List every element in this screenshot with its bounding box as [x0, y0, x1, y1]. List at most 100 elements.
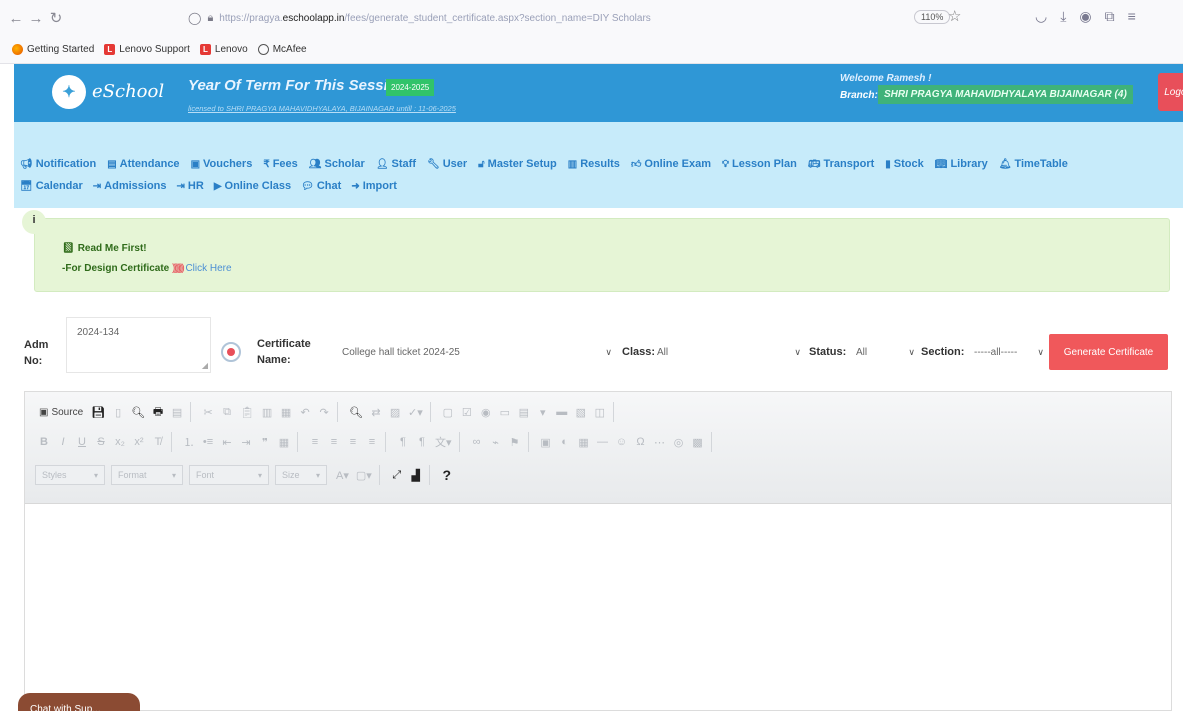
- link-icon[interactable]: ∞: [468, 432, 486, 452]
- pocket-icon[interactable]: ◡: [1035, 8, 1047, 25]
- bulleted-list-icon[interactable]: •≡: [199, 432, 217, 452]
- special-char-icon[interactable]: Ω: [632, 432, 650, 452]
- menu-calendar[interactable]: 📅︎ Calendar: [20, 180, 83, 192]
- menu-library[interactable]: 📖︎ Library: [935, 158, 988, 170]
- checkbox-icon[interactable]: ☑: [458, 402, 476, 422]
- language-icon[interactable]: 文▾: [432, 432, 455, 452]
- zoom-level[interactable]: 110%: [914, 10, 951, 24]
- spellcheck-icon[interactable]: ✓▾: [405, 402, 426, 422]
- menu-user[interactable]: 🔧︎ User: [427, 158, 467, 170]
- bookmark-star-icon[interactable]: ☆: [948, 7, 961, 25]
- branch-select[interactable]: SHRI PRAGYA MAHAVIDHYALAYA BIJAINAGAR (4…: [878, 85, 1133, 104]
- menu-hr[interactable]: ⇥ HR: [177, 180, 204, 192]
- cut-icon[interactable]: ✂: [199, 402, 217, 422]
- source-button[interactable]: ▣ Source: [35, 402, 87, 422]
- preview-icon[interactable]: 🔍︎: [128, 402, 148, 422]
- horizontal-line-icon[interactable]: ―: [594, 432, 612, 452]
- menu-timetable[interactable]: 🔔︎ TimeTable: [999, 158, 1068, 170]
- help-icon[interactable]: ?: [438, 465, 456, 485]
- bookmark-getting-started[interactable]: Getting Started: [12, 44, 94, 55]
- menu-icon[interactable]: ≡: [1128, 8, 1136, 25]
- text-color-icon[interactable]: A▾: [333, 465, 352, 485]
- italic-icon[interactable]: I: [54, 432, 72, 452]
- paste-icon[interactable]: 📋︎: [237, 402, 257, 422]
- extensions-icon[interactable]: ⧉: [1105, 8, 1115, 25]
- paste-text-icon[interactable]: ▥: [258, 402, 276, 422]
- menu-stock[interactable]: ▮ Stock: [885, 158, 923, 170]
- ltr-icon[interactable]: ¶: [394, 432, 412, 452]
- menu-transport[interactable]: 🚌︎ Transport: [808, 158, 874, 170]
- numbered-list-icon[interactable]: ⒈: [180, 432, 198, 452]
- hidden-field-icon[interactable]: ◫: [591, 402, 609, 422]
- form-icon[interactable]: ▢: [439, 402, 457, 422]
- replace-icon[interactable]: ⇄: [367, 402, 385, 422]
- new-page-icon[interactable]: ▯: [109, 402, 127, 422]
- section-select[interactable]: -----all----- ∨: [974, 344, 1046, 360]
- back-icon[interactable]: ←: [6, 10, 26, 27]
- button-field-icon[interactable]: ▬: [553, 402, 571, 422]
- menu-staff[interactable]: 👤︎ Staff: [376, 158, 416, 170]
- styles-dropdown[interactable]: Styles ▾: [35, 465, 105, 485]
- undo-icon[interactable]: ↶: [296, 402, 314, 422]
- menu-lesson-plan[interactable]: 💡︎ Lesson Plan: [722, 158, 797, 170]
- bookmark-lenovo-support[interactable]: L Lenovo Support: [104, 44, 190, 55]
- click-here-link[interactable]: Click Here: [185, 263, 231, 274]
- textfield-icon[interactable]: ▭: [496, 402, 514, 422]
- blockquote-icon[interactable]: ❞: [256, 432, 274, 452]
- font-dropdown[interactable]: Font ▾: [189, 465, 269, 485]
- table-icon[interactable]: ▦: [575, 432, 593, 452]
- maximize-icon[interactable]: ⤢: [388, 465, 406, 485]
- address-bar[interactable]: ◯ 🔒︎ https://pragya. eschoolapp.in/fees/g…: [188, 6, 888, 30]
- superscript-icon[interactable]: x²: [130, 432, 148, 452]
- show-blocks-icon[interactable]: ▟: [407, 465, 425, 485]
- menu-results[interactable]: ▥ Results: [568, 158, 620, 170]
- div-icon[interactable]: ▦: [275, 432, 293, 452]
- format-dropdown[interactable]: Format ▾: [111, 465, 183, 485]
- menu-fees[interactable]: ₹ Fees: [263, 158, 297, 170]
- adm-no-input[interactable]: 2024-134 ◢: [66, 317, 211, 373]
- unlink-icon[interactable]: ⌁: [487, 432, 505, 452]
- menu-admissions[interactable]: ⇥ Admissions: [93, 180, 167, 192]
- search-student-icon[interactable]: [221, 342, 241, 362]
- anchor-icon[interactable]: ⚑: [506, 432, 524, 452]
- strike-icon[interactable]: S: [92, 432, 110, 452]
- reload-icon[interactable]: ↻: [46, 9, 66, 27]
- redo-icon[interactable]: ↷: [315, 402, 333, 422]
- underline-icon[interactable]: U: [73, 432, 91, 452]
- menu-import[interactable]: ➜ Import: [351, 180, 397, 192]
- menu-attendance[interactable]: ▤ Attendance: [107, 158, 179, 170]
- generate-certificate-button[interactable]: Generate Certificate: [1049, 334, 1168, 370]
- class-select[interactable]: All ∨: [657, 344, 803, 360]
- bookmark-mcafee[interactable]: McAfee: [257, 44, 307, 55]
- resize-handle-icon[interactable]: ◢: [202, 361, 208, 370]
- placeholder-icon[interactable]: ▩: [689, 432, 707, 452]
- flash-icon[interactable]: ◐: [556, 432, 574, 452]
- status-select[interactable]: All ∨: [856, 344, 917, 360]
- copy-icon[interactable]: ⧉: [218, 402, 236, 422]
- align-left-icon[interactable]: ≡: [306, 432, 324, 452]
- logout-button[interactable]: Logout: [1158, 73, 1183, 111]
- page-break-icon[interactable]: ⋯: [651, 432, 669, 452]
- textarea-icon[interactable]: ▤: [515, 402, 533, 422]
- save-icon[interactable]: 💾︎: [88, 402, 108, 422]
- menu-notification[interactable]: 📢︎ Notification: [20, 158, 96, 170]
- bold-icon[interactable]: B: [35, 432, 53, 452]
- find-icon[interactable]: 🔍︎: [346, 402, 366, 422]
- align-center-icon[interactable]: ≡: [325, 432, 343, 452]
- print-icon[interactable]: 🖶: [149, 402, 167, 422]
- menu-online-class[interactable]: ▶ Online Class: [214, 180, 291, 192]
- menu-master-setup[interactable]: 🔓︎ Master Setup: [478, 158, 557, 170]
- smiley-icon[interactable]: ☺: [613, 432, 631, 452]
- account-icon[interactable]: ◉: [1079, 8, 1091, 25]
- select-all-icon[interactable]: ▨: [386, 402, 404, 422]
- chat-support-tab[interactable]: Chat with Sup...: [18, 693, 140, 711]
- image-icon[interactable]: ▣: [537, 432, 555, 452]
- justify-icon[interactable]: ≡: [363, 432, 381, 452]
- menu-online-exam[interactable]: 👍︎ Online Exam: [631, 158, 711, 170]
- image-button-icon[interactable]: ▧: [572, 402, 590, 422]
- rtl-icon[interactable]: ¶: [413, 432, 431, 452]
- menu-chat[interactable]: 💬︎ Chat: [301, 180, 341, 192]
- select-field-icon[interactable]: ▾: [534, 402, 552, 422]
- bg-color-icon[interactable]: ▢▾: [353, 465, 375, 485]
- size-dropdown[interactable]: Size ▾: [275, 465, 327, 485]
